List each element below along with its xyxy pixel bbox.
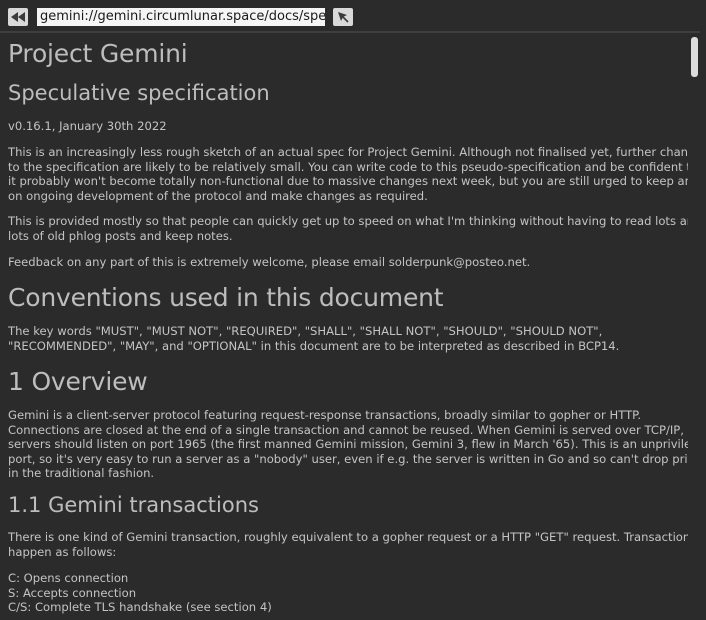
go-button[interactable]	[333, 8, 353, 26]
step-line: C/S: Complete TLS handshake (see section…	[8, 600, 272, 614]
overview-line: port, so it's very easy to run a server …	[8, 451, 688, 466]
conventions-heading: Conventions used in this document	[8, 283, 444, 312]
purpose-paragraph: This is provided mostly so that people c…	[8, 214, 688, 243]
overview-heading: 1 Overview	[8, 367, 148, 396]
purpose-line: lots of old phlog posts and keep notes.	[8, 228, 233, 243]
overview-line: servers should listen on port 1965 (the …	[8, 437, 688, 451]
overview-line: Gemini is a client-server protocol featu…	[8, 408, 642, 422]
overview-line: Connections are closed at the end of a s…	[8, 422, 684, 437]
address-input[interactable]: gemini://gemini.circumlunar.space/docs/s…	[37, 8, 325, 26]
transaction-steps: C: Opens connection S: Accepts connectio…	[8, 571, 684, 615]
purpose-line: This is provided mostly so that people c…	[8, 214, 688, 228]
go-arrow-icon	[338, 12, 349, 23]
intro-paragraph: This is an increasingly less rough sketc…	[8, 145, 688, 203]
step-line: S: Accepts connection	[8, 585, 137, 600]
conventions-line: The key words "MUST", "MUST NOT", "REQUI…	[8, 324, 603, 338]
transactions-line: happen as follows:	[8, 544, 117, 559]
document-viewport[interactable]: Project Gemini Speculative specification…	[0, 33, 688, 620]
feedback-paragraph: Feedback on any part of this is extremel…	[8, 255, 531, 269]
back-button[interactable]	[8, 8, 28, 26]
page-title: Project Gemini	[8, 39, 188, 68]
page-subtitle: Speculative specification	[8, 81, 270, 105]
conventions-line: "RECOMMENDED", "MAY", and "OPTIONAL" in …	[8, 338, 620, 353]
vertical-scrollbar[interactable]	[688, 33, 706, 620]
toolbar: gemini://gemini.circumlunar.space/docs/s…	[0, 0, 706, 31]
intro-line: it probably won't become totally non-fun…	[8, 174, 688, 188]
intro-line: This is an increasingly less rough sketc…	[8, 145, 688, 159]
overview-line: in the traditional fashion.	[8, 466, 155, 480]
browser-window: gemini://gemini.circumlunar.space/docs/s…	[0, 0, 706, 620]
transactions-paragraph: There is one kind of Gemini transaction,…	[8, 530, 688, 559]
back-arrow-icon	[11, 12, 25, 22]
scrollbar-thumb[interactable]	[691, 37, 698, 77]
intro-line: on ongoing development of the protocol a…	[8, 188, 428, 203]
intro-line: to the specification are likely to be re…	[8, 159, 688, 174]
version-line: v0.16.1, January 30th 2022	[8, 119, 167, 133]
transactions-heading: 1.1 Gemini transactions	[8, 493, 259, 517]
overview-paragraph: Gemini is a client-server protocol featu…	[8, 408, 688, 481]
transactions-line: There is one kind of Gemini transaction,…	[8, 530, 688, 544]
step-line: C: Opens connection	[8, 571, 129, 585]
conventions-paragraph: The key words "MUST", "MUST NOT", "REQUI…	[8, 324, 684, 353]
